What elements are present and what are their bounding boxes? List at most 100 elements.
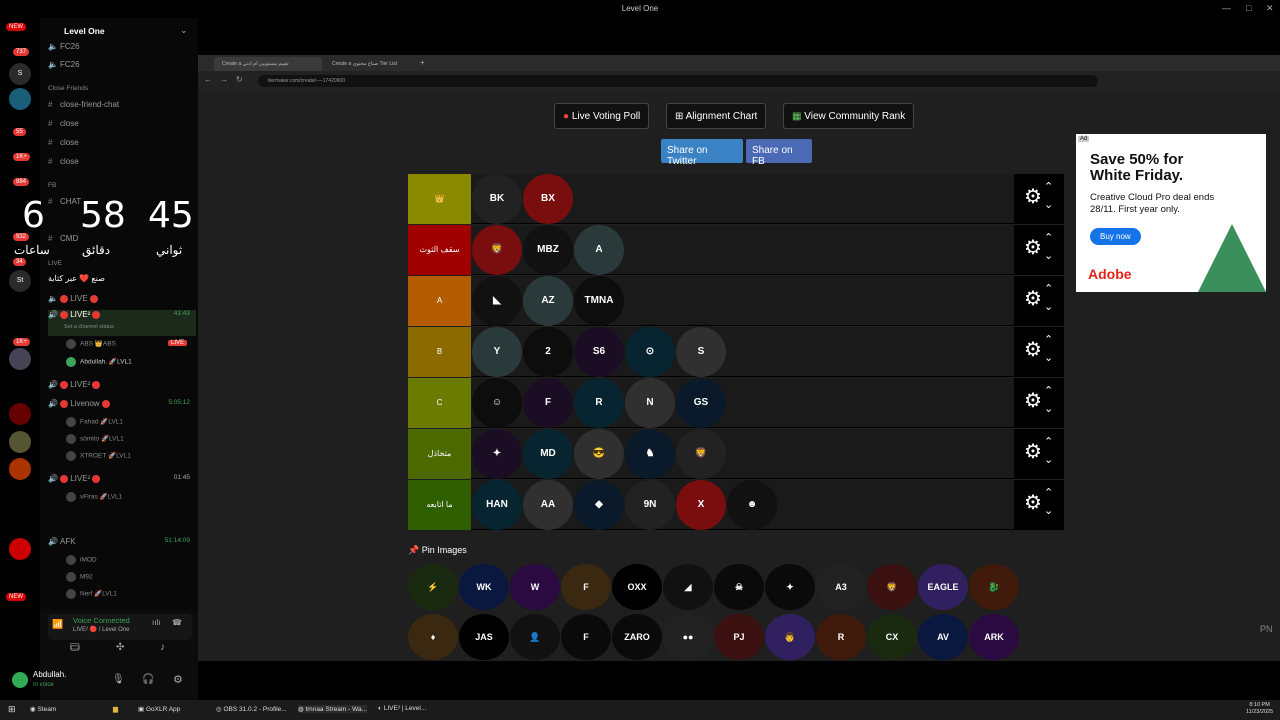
channel-item[interactable]: 🔈 FC26 xyxy=(48,42,80,51)
screen-share-icon[interactable]: 🖵 xyxy=(70,642,80,653)
minimize-button[interactable]: — xyxy=(1222,3,1231,13)
buy-now-button[interactable]: Buy now xyxy=(1090,228,1141,245)
tier-item[interactable]: AZ xyxy=(523,276,573,326)
server-icon[interactable]: St xyxy=(9,270,31,292)
voice-user[interactable]: ABS 👑ABS xyxy=(66,339,116,349)
channel-item[interactable]: # close xyxy=(48,119,79,128)
tier-label[interactable]: C xyxy=(408,378,471,428)
pin-image[interactable]: WK xyxy=(459,564,509,610)
soundboard-button-icon[interactable]: ♪ xyxy=(160,642,165,653)
pin-image[interactable]: PJ xyxy=(714,614,764,660)
voice-user[interactable]: XTROET 🚀LVL1 xyxy=(66,451,131,461)
voice-channel[interactable]: 🔊 LIVE² xyxy=(48,380,101,389)
move-up-icon[interactable]: ⌃ xyxy=(1044,435,1053,448)
pin-image[interactable]: F xyxy=(561,614,611,660)
pin-image[interactable]: F xyxy=(561,564,611,610)
alignment-chart-button[interactable]: ⊞ Alignment Chart xyxy=(666,103,767,129)
tier-item[interactable]: ☺ xyxy=(472,378,522,428)
voice-user[interactable]: M92 xyxy=(66,572,93,582)
move-down-icon[interactable]: ⌄ xyxy=(1044,504,1053,517)
tier-item[interactable]: BK xyxy=(472,174,522,224)
taskbar-obs[interactable]: ◎ OBS 31.0.2 - Profile... xyxy=(216,705,287,713)
tier-item[interactable]: ✦ xyxy=(472,429,522,479)
tier-item[interactable]: GS xyxy=(676,378,726,428)
soundboard-icon[interactable]: ıılı xyxy=(152,618,160,627)
activities-icon[interactable]: ✣ xyxy=(116,642,124,653)
tier-item[interactable]: X xyxy=(676,480,726,530)
move-down-icon[interactable]: ⌄ xyxy=(1044,402,1053,415)
pin-image[interactable]: AV xyxy=(918,614,968,660)
move-down-icon[interactable]: ⌄ xyxy=(1044,249,1053,262)
move-down-icon[interactable]: ⌄ xyxy=(1044,300,1053,313)
pin-image[interactable]: 🦁 xyxy=(867,564,917,610)
tier-item[interactable]: MBZ xyxy=(523,225,573,275)
pin-image[interactable]: ◢ xyxy=(663,564,713,610)
move-down-icon[interactable]: ⌄ xyxy=(1044,351,1053,364)
voice-channel[interactable]: 🔈 LIVE xyxy=(48,294,98,303)
tier-item[interactable]: 😎 xyxy=(574,429,624,479)
server-name[interactable]: Level One xyxy=(64,26,105,36)
tier-item[interactable]: S6 xyxy=(574,327,624,377)
category-close-friends[interactable]: Close Friends xyxy=(48,85,88,92)
pin-image[interactable]: ☠ xyxy=(714,564,764,610)
channel-item[interactable]: 🔈 FC26 xyxy=(48,60,80,69)
tier-item[interactable]: ☻ xyxy=(727,480,777,530)
new-tab-button[interactable]: + xyxy=(420,58,425,67)
tier-item[interactable]: S xyxy=(676,327,726,377)
url-field[interactable]: tiermaker.com/create/----17420900 xyxy=(258,75,1098,87)
voice-channel[interactable]: 🔊 LIVE² 01:45 xyxy=(48,474,196,483)
tier-label[interactable]: A xyxy=(408,276,471,326)
tier-item[interactable]: R xyxy=(574,378,624,428)
move-down-icon[interactable]: ⌄ xyxy=(1044,198,1053,211)
tier-item[interactable]: 🦁 xyxy=(472,225,522,275)
voice-user[interactable]: iMOD xyxy=(66,555,97,565)
pin-image[interactable]: CX xyxy=(867,614,917,660)
category-fb[interactable]: FB xyxy=(48,182,56,189)
channel-item[interactable]: # close xyxy=(48,157,79,166)
tier-item[interactable]: N xyxy=(625,378,675,428)
gear-icon[interactable]: ⚙ xyxy=(1024,340,1042,360)
start-icon[interactable]: ⊞ xyxy=(8,704,16,715)
server-icon[interactable] xyxy=(9,458,31,480)
tier-item[interactable]: Y xyxy=(472,327,522,377)
pin-image[interactable]: ⚡ xyxy=(408,564,458,610)
pin-image[interactable]: ZARO xyxy=(612,614,662,660)
pin-image[interactable]: ✦ xyxy=(765,564,815,610)
pin-image[interactable]: W xyxy=(510,564,560,610)
back-icon[interactable]: ← xyxy=(204,75,212,84)
pin-image[interactable]: 🐉 xyxy=(969,564,1019,610)
browser-tab[interactable]: Create a صناع محتوى Tier List xyxy=(324,57,424,71)
pin-image[interactable]: R xyxy=(816,614,866,660)
taskbar-goxlr[interactable]: ▣ GoXLR App xyxy=(138,705,180,713)
mic-icon[interactable]: 🎙 xyxy=(112,674,125,685)
channel-item[interactable]: # close-friend-chat xyxy=(48,100,119,109)
gear-icon[interactable]: ⚙ xyxy=(1024,442,1042,462)
move-up-icon[interactable]: ⌃ xyxy=(1044,180,1053,193)
tier-item[interactable]: BX xyxy=(523,174,573,224)
live-voting-poll-button[interactable]: ● Live Voting Poll xyxy=(554,103,650,129)
tier-item[interactable]: ◆ xyxy=(574,480,624,530)
move-up-icon[interactable]: ⌃ xyxy=(1044,384,1053,397)
tier-item[interactable]: 9N xyxy=(625,480,675,530)
clock[interactable]: 8:10 PM 11/23/2025 xyxy=(1246,702,1273,716)
move-up-icon[interactable]: ⌃ xyxy=(1044,486,1053,499)
voice-user[interactable]: Abdullah. 🚀LVL1 xyxy=(66,357,132,367)
tier-item[interactable]: ⊙ xyxy=(625,327,675,377)
tier-item[interactable]: TMNA xyxy=(574,276,624,326)
pin-image[interactable]: A3 xyxy=(816,564,866,610)
voice-user[interactable]: Fahad 🚀LVL1 xyxy=(66,417,123,427)
tier-item[interactable]: HAN xyxy=(472,480,522,530)
move-up-icon[interactable]: ⌃ xyxy=(1044,231,1053,244)
tier-item[interactable]: ◣ xyxy=(472,276,522,326)
channel-item[interactable]: # close xyxy=(48,138,79,147)
taskbar-discord[interactable]: ◐ LIVE² | Level... xyxy=(378,705,426,712)
pin-image[interactable]: 👨 xyxy=(765,614,815,660)
tier-label[interactable]: B xyxy=(408,327,471,377)
share-twitter-button[interactable]: Share on Twitter xyxy=(661,139,743,167)
pin-image[interactable]: JAS xyxy=(459,614,509,660)
taskbar-chrome[interactable]: ◍ tmnaa Stream - Wa... xyxy=(298,705,368,713)
tier-item[interactable]: AA xyxy=(523,480,573,530)
forward-icon[interactable]: → xyxy=(220,75,228,84)
tier-label[interactable]: 👑 xyxy=(408,174,471,224)
server-icon[interactable] xyxy=(9,538,31,560)
